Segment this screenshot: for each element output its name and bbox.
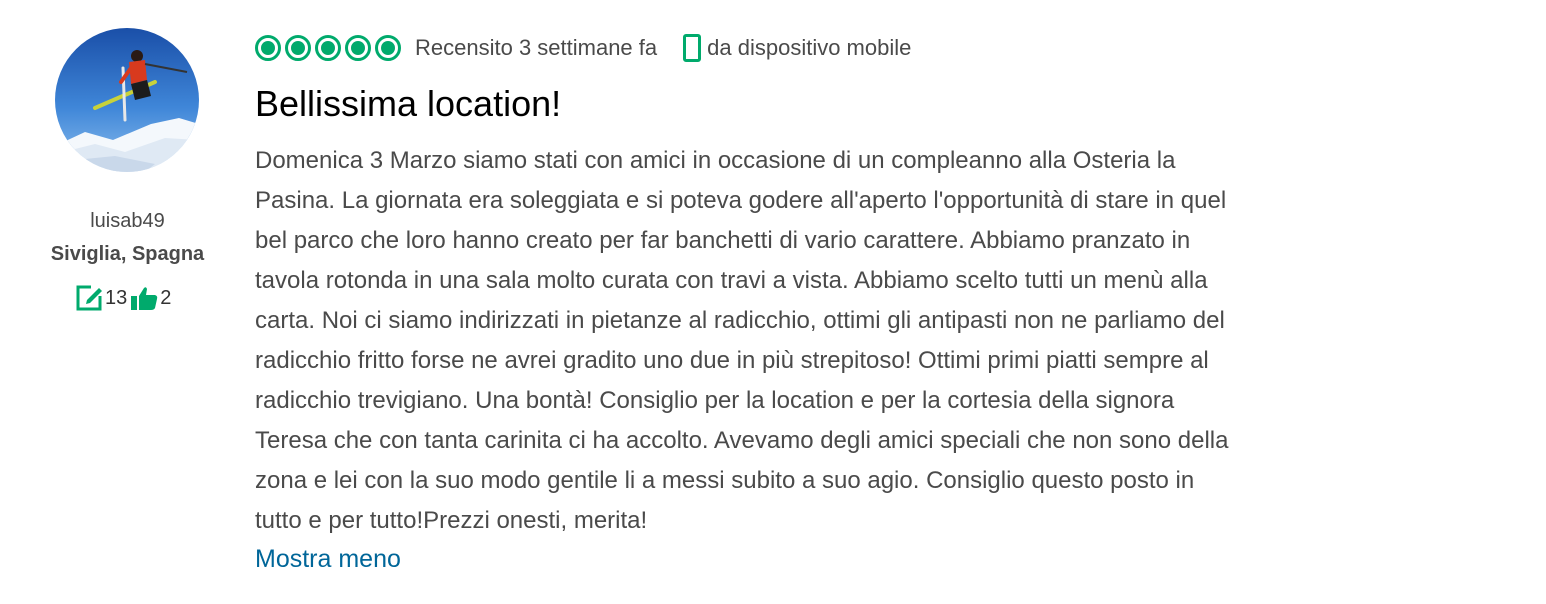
skier-photo <box>55 28 199 172</box>
review-body-line: radicchio trevigiano. Una bontà! Consigl… <box>255 387 1175 414</box>
rating-bubble-icon <box>375 35 401 61</box>
show-less-link[interactable]: Mostra meno <box>255 539 401 579</box>
review-body-line: tavola rotonda in una sala molto curata … <box>255 267 1208 294</box>
hometown: Siviglia, Spagna <box>50 243 205 265</box>
member-stats: 13 2 <box>75 284 174 312</box>
review-meta: Recensito 3 settimane fa da dispositivo … <box>255 32 911 64</box>
pencil-review-icon <box>75 284 103 312</box>
review-body-line: Pasina. La giornata era soleggiata e si … <box>255 187 1227 214</box>
rating-bubble-fill <box>351 41 365 55</box>
member-info: luisab49 Siviglia, Spagna 13 2 <box>0 0 255 604</box>
review-body-line: Domenica 3 Marzo siamo stati con amici i… <box>255 147 1176 174</box>
rating-bubble-fill <box>381 41 395 55</box>
rating-bubble-icon <box>345 35 371 61</box>
username[interactable]: luisab49 <box>0 209 255 233</box>
review-body-line: zona e lei con la suo modo gentile li a … <box>255 467 1195 494</box>
rating-bubble-icon <box>315 35 341 61</box>
rating-bubble-icon <box>255 35 281 61</box>
votes-count: 2 <box>160 286 172 309</box>
rating-bubble-fill <box>321 41 335 55</box>
rating-bubble-icon <box>285 35 311 61</box>
avatar[interactable] <box>55 28 199 172</box>
rating-bubbles <box>255 35 405 61</box>
thumbs-up-icon <box>130 285 158 311</box>
review-body-line: radicchio fritto forse ne avrei gradito … <box>255 347 1209 374</box>
review-body: Domenica 3 Marzo siamo stati con amici i… <box>255 141 1415 541</box>
mobile-device-icon <box>683 34 702 62</box>
review-body-line: bel parco che loro hanno creato per far … <box>255 227 1191 254</box>
review-body-line: carta. Noi ci siamo indirizzati in pieta… <box>255 307 1225 334</box>
review-body-line: Teresa che con tanta carinita ci ha acco… <box>255 427 1229 454</box>
reviews-count: 13 <box>105 286 128 309</box>
rating-bubble-fill <box>291 41 305 55</box>
device-text: da dispositivo mobile <box>707 35 912 60</box>
review-body-line: tutto e per tutto!Prezzi onesti, merita! <box>255 507 648 534</box>
rating-bubble-fill <box>261 41 275 55</box>
review-date: Recensito 3 settimane fa <box>415 35 658 60</box>
review-title[interactable]: Bellissima location! <box>255 82 561 126</box>
